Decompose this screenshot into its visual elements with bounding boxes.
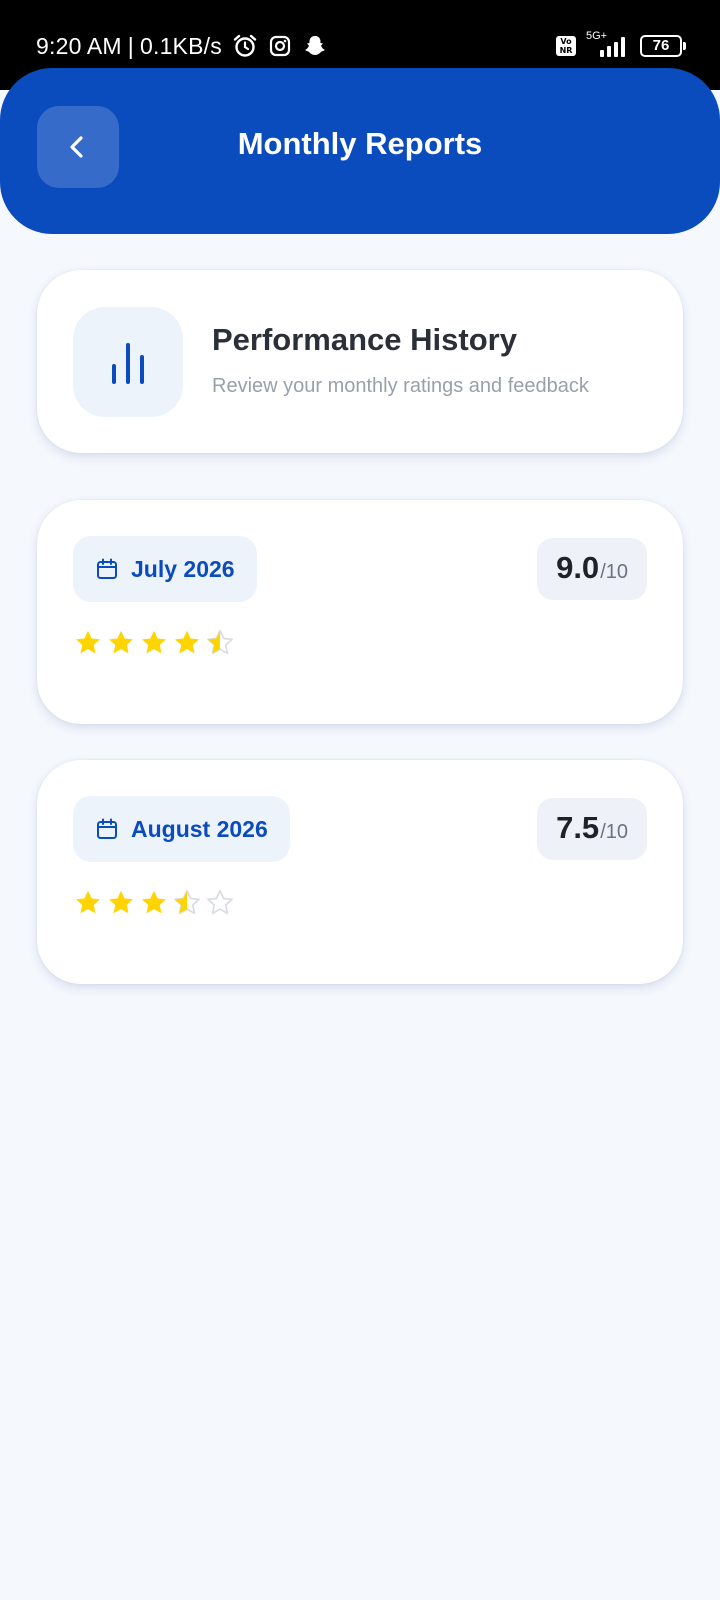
page-title: Monthly Reports xyxy=(237,126,483,161)
status-left: 9:20 AM | 0.1KB/s xyxy=(36,30,328,62)
calendar-icon xyxy=(97,558,117,579)
report-card[interactable]: July 2026 9.0 /10 xyxy=(37,500,683,724)
section-title: Performance History xyxy=(212,322,517,357)
battery-level: 76 xyxy=(652,37,670,54)
network-speed: 0.1KB/s xyxy=(139,32,222,59)
score-max: /10 xyxy=(600,821,628,843)
snapchat-icon xyxy=(302,33,328,59)
section-subtitle: Review your monthly ratings and feedback xyxy=(212,375,589,397)
volte-icon: Vo NR xyxy=(556,36,576,56)
month-badge: July 2026 xyxy=(73,536,257,602)
instagram-icon xyxy=(268,34,292,58)
star-half-icon xyxy=(174,889,200,915)
star-filled-icon xyxy=(76,890,100,914)
star-half-icon xyxy=(207,629,233,655)
score-value: 7.5 xyxy=(556,810,600,845)
score-value: 9.0 xyxy=(556,550,600,585)
status-time: 9:20 AM xyxy=(36,32,122,59)
score-badge: 7.5 /10 xyxy=(537,798,647,860)
signal-icon: 5G+ xyxy=(586,30,630,59)
app-header: Monthly Reports xyxy=(0,68,720,234)
score-max: /10 xyxy=(600,561,628,583)
star-empty-icon xyxy=(207,889,233,915)
bar-chart-icon xyxy=(73,307,183,417)
score-badge: 9.0 /10 xyxy=(537,538,647,600)
status-separator: | xyxy=(127,32,134,59)
performance-history-card: Performance History Review your monthly … xyxy=(37,270,683,453)
star-filled-icon xyxy=(142,630,166,654)
star-filled-icon xyxy=(142,890,166,914)
star-filled-icon xyxy=(109,630,133,654)
star-filled-icon xyxy=(175,630,199,654)
battery-icon: 76 xyxy=(640,35,686,57)
star-filled-icon xyxy=(109,890,133,914)
month-label: August 2026 xyxy=(131,815,268,842)
month-label: July 2026 xyxy=(131,555,235,582)
month-badge: August 2026 xyxy=(73,796,290,862)
status-right: Vo NR 5G+ 76 xyxy=(556,30,686,62)
star-filled-icon xyxy=(76,630,100,654)
calendar-icon xyxy=(97,818,117,839)
report-card[interactable]: August 2026 7.5 /10 xyxy=(37,760,683,984)
alarm-icon xyxy=(232,33,258,59)
star-rating xyxy=(73,628,235,658)
star-rating xyxy=(73,888,235,918)
